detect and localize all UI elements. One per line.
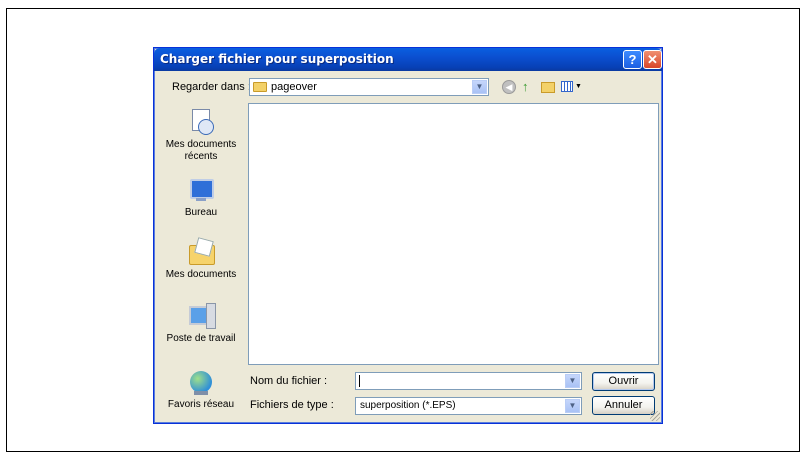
recent-documents-icon	[186, 107, 216, 137]
views-grid-icon	[561, 81, 573, 92]
place-network[interactable]: Favoris réseau	[161, 367, 241, 411]
back-icon[interactable]: ◀	[502, 80, 516, 94]
title-bar[interactable]: Charger fichier pour superposition ? ✕	[154, 48, 662, 71]
chevron-down-icon[interactable]: ▼	[472, 80, 487, 94]
new-folder-icon[interactable]	[541, 82, 555, 93]
folder-icon	[253, 82, 267, 92]
chevron-down-icon: ▼	[575, 83, 582, 90]
place-label: Mes documents	[165, 269, 237, 280]
cancel-button[interactable]: Annuler	[592, 396, 655, 415]
my-computer-icon	[186, 301, 216, 331]
place-desktop[interactable]: Bureau	[161, 175, 241, 219]
open-file-dialog: Charger fichier pour superposition ? ✕ R…	[153, 47, 663, 424]
help-button[interactable]: ?	[623, 50, 642, 69]
file-list[interactable]	[248, 103, 659, 365]
filetype-label: Fichiers de type :	[250, 399, 334, 411]
up-folder-icon[interactable]: ↑	[522, 80, 536, 94]
place-label: Bureau	[184, 207, 218, 218]
filename-input[interactable]: ▼	[355, 372, 582, 390]
filename-label: Nom du fichier :	[250, 375, 328, 387]
chevron-down-icon[interactable]: ▼	[565, 399, 580, 413]
filetype-dropdown[interactable]: superposition (*.EPS) ▼	[355, 397, 582, 415]
place-label: Mes documents récents	[165, 139, 237, 162]
place-label: Poste de travail	[166, 333, 236, 344]
text-caret	[359, 375, 360, 387]
look-in-value: pageover	[271, 81, 317, 93]
close-button[interactable]: ✕	[643, 50, 662, 69]
dialog-title: Charger fichier pour superposition	[160, 52, 394, 66]
resize-grip[interactable]	[650, 411, 660, 421]
look-in-label: Regarder dans :	[172, 81, 251, 93]
place-my-documents[interactable]: Mes documents	[161, 237, 241, 281]
desktop-icon	[186, 175, 216, 205]
place-label: Favoris réseau	[167, 399, 235, 410]
place-my-computer[interactable]: Poste de travail	[161, 301, 241, 345]
chevron-down-icon[interactable]: ▼	[565, 374, 580, 388]
network-places-icon	[186, 367, 216, 397]
place-recent-documents[interactable]: Mes documents récents	[161, 107, 241, 163]
places-bar: Mes documents récents Bureau Mes documen…	[161, 103, 241, 413]
look-in-dropdown[interactable]: pageover ▼	[249, 78, 489, 96]
my-documents-icon	[186, 237, 216, 267]
views-menu-icon[interactable]: ▼	[561, 80, 583, 94]
filetype-value: superposition (*.EPS)	[360, 400, 456, 411]
open-button[interactable]: Ouvrir	[592, 372, 655, 391]
